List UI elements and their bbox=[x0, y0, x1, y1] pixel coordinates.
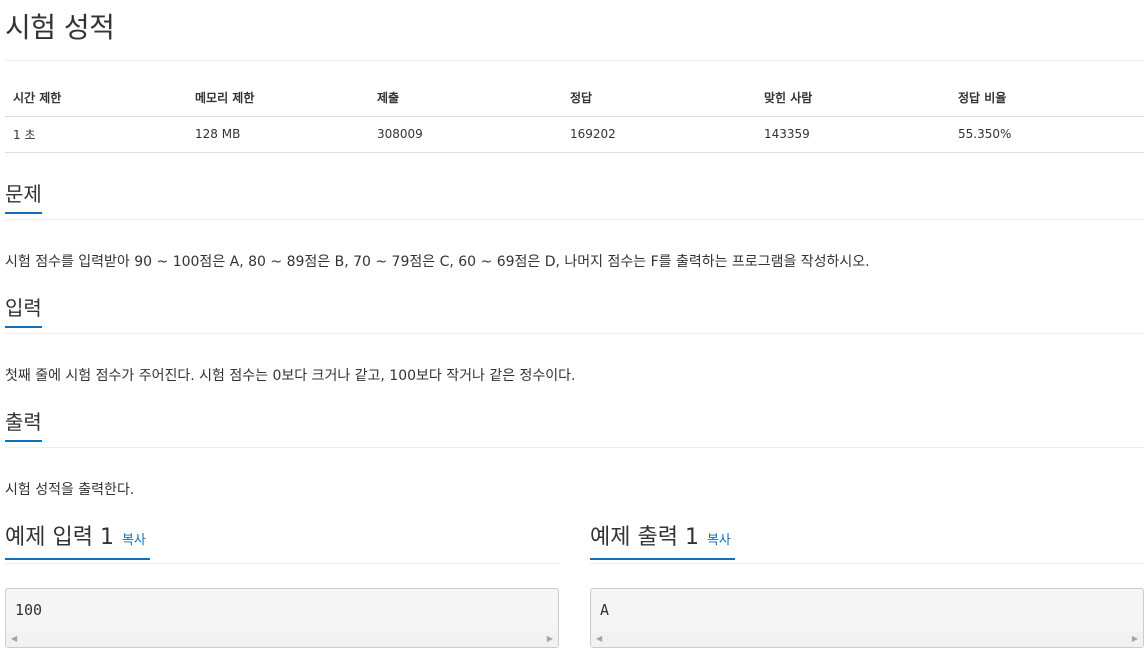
input-section-header: 입력 bbox=[5, 294, 1144, 334]
sample-output-content: A bbox=[600, 601, 610, 619]
sample-output-heading-wrap: 예제 출력 1 복사 bbox=[590, 524, 735, 560]
header-solved-users: 맞힌 사람 bbox=[756, 80, 950, 117]
header-accepted: 정답 bbox=[562, 80, 756, 117]
table-header-row: 시간 제한 메모리 제한 제출 정답 맞힌 사람 정답 비율 bbox=[5, 80, 1144, 117]
sample-input-heading-wrap: 예제 입력 1 복사 bbox=[5, 524, 150, 560]
scroll-right-icon[interactable]: ▶ bbox=[1132, 635, 1138, 643]
output-description: 시험 성적을 출력한다. bbox=[5, 482, 135, 498]
problem-info-table: 시간 제한 메모리 제한 제출 정답 맞힌 사람 정답 비율 1 초 128 M… bbox=[5, 80, 1144, 153]
sample-input-header: 예제 입력 1 복사 bbox=[5, 524, 559, 564]
value-accept-ratio: 55.350% bbox=[950, 116, 1144, 153]
header-submissions: 제출 bbox=[369, 80, 562, 117]
problem-description: 시험 점수를 입력받아 90 ~ 100점은 A, 80 ~ 89점은 B, 7… bbox=[5, 254, 870, 270]
output-section-header: 출력 bbox=[5, 408, 1144, 448]
sample-output-copy-button[interactable]: 복사 bbox=[707, 533, 731, 548]
sample-output-box[interactable]: A ◀ ▶ bbox=[590, 588, 1144, 648]
value-solved-users: 143359 bbox=[756, 116, 950, 153]
table-row: 1 초 128 MB 308009 169202 143359 55.350% bbox=[5, 116, 1144, 153]
value-submissions: 308009 bbox=[369, 116, 562, 153]
horizontal-scrollbar[interactable]: ◀ ▶ bbox=[6, 631, 558, 647]
input-description: 첫째 줄에 시험 점수가 주어진다. 시험 점수는 0보다 크거나 같고, 10… bbox=[5, 368, 576, 384]
output-heading: 출력 bbox=[5, 408, 42, 442]
sample-input-content: 100 bbox=[15, 601, 43, 619]
sample-output-header: 예제 출력 1 복사 bbox=[590, 524, 1144, 564]
header-accept-ratio: 정답 비율 bbox=[950, 80, 1144, 117]
problem-heading: 문제 bbox=[5, 180, 42, 214]
header-memory-limit: 메모리 제한 bbox=[187, 80, 369, 117]
scroll-left-icon[interactable]: ◀ bbox=[596, 635, 602, 643]
value-time-limit: 1 초 bbox=[5, 116, 187, 153]
scroll-left-icon[interactable]: ◀ bbox=[11, 635, 17, 643]
title-divider bbox=[5, 60, 1144, 61]
sample-output-heading: 예제 출력 1 bbox=[590, 525, 699, 550]
input-heading: 입력 bbox=[5, 294, 42, 328]
sample-input-heading: 예제 입력 1 bbox=[5, 525, 114, 550]
sample-input-copy-button[interactable]: 복사 bbox=[122, 533, 146, 548]
problem-section-header: 문제 bbox=[5, 180, 1144, 220]
scroll-right-icon[interactable]: ▶ bbox=[547, 635, 553, 643]
header-time-limit: 시간 제한 bbox=[5, 80, 187, 117]
value-memory-limit: 128 MB bbox=[187, 116, 369, 153]
page-title: 시험 성적 bbox=[5, 11, 115, 44]
sample-input-box[interactable]: 100 ◀ ▶ bbox=[5, 588, 559, 648]
horizontal-scrollbar[interactable]: ◀ ▶ bbox=[591, 631, 1143, 647]
value-accepted: 169202 bbox=[562, 116, 756, 153]
